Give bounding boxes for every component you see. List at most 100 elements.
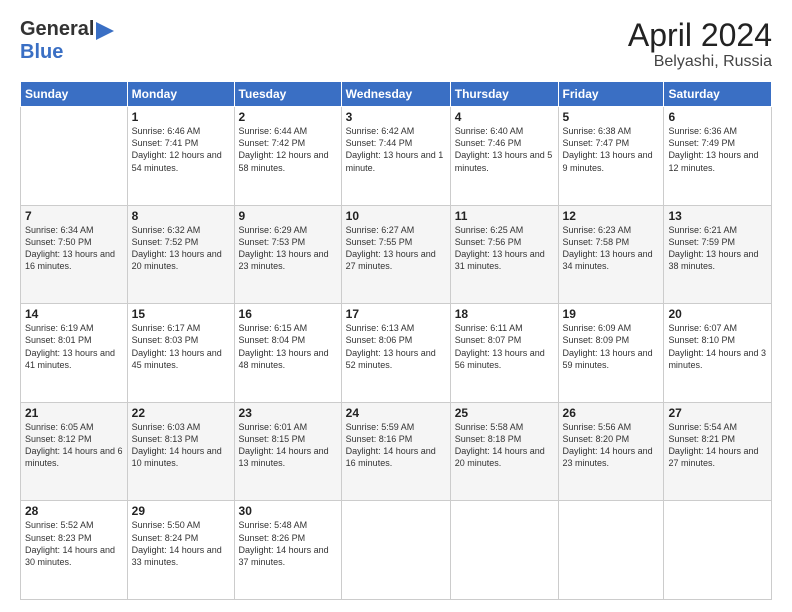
day-number: 10 [346,209,446,223]
logo: General Blue [20,18,114,64]
day-info: Sunrise: 5:54 AMSunset: 8:21 PMDaylight:… [668,421,767,470]
day-cell: 23Sunrise: 6:01 AMSunset: 8:15 PMDayligh… [234,402,341,501]
day-info: Sunrise: 6:44 AMSunset: 7:42 PMDaylight:… [239,125,337,174]
day-cell [664,501,772,600]
day-number: 23 [239,406,337,420]
logo-icon [96,22,114,40]
day-cell: 19Sunrise: 6:09 AMSunset: 8:09 PMDayligh… [558,304,664,403]
day-info: Sunrise: 6:23 AMSunset: 7:58 PMDaylight:… [563,224,660,273]
day-cell [341,501,450,600]
day-info: Sunrise: 6:34 AMSunset: 7:50 PMDaylight:… [25,224,123,273]
day-cell [558,501,664,600]
day-info: Sunrise: 6:03 AMSunset: 8:13 PMDaylight:… [132,421,230,470]
day-cell: 1Sunrise: 6:46 AMSunset: 7:41 PMDaylight… [127,107,234,206]
day-number: 25 [455,406,554,420]
day-info: Sunrise: 5:58 AMSunset: 8:18 PMDaylight:… [455,421,554,470]
day-cell: 13Sunrise: 6:21 AMSunset: 7:59 PMDayligh… [664,205,772,304]
week-row-5: 28Sunrise: 5:52 AMSunset: 8:23 PMDayligh… [21,501,772,600]
day-number: 3 [346,110,446,124]
day-cell: 18Sunrise: 6:11 AMSunset: 8:07 PMDayligh… [450,304,558,403]
weekday-header-tuesday: Tuesday [234,82,341,107]
day-number: 5 [563,110,660,124]
day-info: Sunrise: 6:07 AMSunset: 8:10 PMDaylight:… [668,322,767,371]
day-number: 2 [239,110,337,124]
day-number: 1 [132,110,230,124]
day-cell: 16Sunrise: 6:15 AMSunset: 8:04 PMDayligh… [234,304,341,403]
week-row-1: 1Sunrise: 6:46 AMSunset: 7:41 PMDaylight… [21,107,772,206]
week-row-4: 21Sunrise: 6:05 AMSunset: 8:12 PMDayligh… [21,402,772,501]
day-number: 11 [455,209,554,223]
weekday-header-thursday: Thursday [450,82,558,107]
day-number: 4 [455,110,554,124]
day-cell: 30Sunrise: 5:48 AMSunset: 8:26 PMDayligh… [234,501,341,600]
day-cell: 14Sunrise: 6:19 AMSunset: 8:01 PMDayligh… [21,304,128,403]
day-info: Sunrise: 6:32 AMSunset: 7:52 PMDaylight:… [132,224,230,273]
day-info: Sunrise: 5:52 AMSunset: 8:23 PMDaylight:… [25,519,123,568]
day-cell: 2Sunrise: 6:44 AMSunset: 7:42 PMDaylight… [234,107,341,206]
day-cell: 9Sunrise: 6:29 AMSunset: 7:53 PMDaylight… [234,205,341,304]
day-info: Sunrise: 6:13 AMSunset: 8:06 PMDaylight:… [346,322,446,371]
day-info: Sunrise: 6:36 AMSunset: 7:49 PMDaylight:… [668,125,767,174]
day-number: 26 [563,406,660,420]
day-number: 22 [132,406,230,420]
day-info: Sunrise: 6:19 AMSunset: 8:01 PMDaylight:… [25,322,123,371]
day-cell: 4Sunrise: 6:40 AMSunset: 7:46 PMDaylight… [450,107,558,206]
day-info: Sunrise: 6:38 AMSunset: 7:47 PMDaylight:… [563,125,660,174]
logo-general-text: General [20,18,94,41]
day-number: 13 [668,209,767,223]
day-number: 18 [455,307,554,321]
day-number: 14 [25,307,123,321]
day-cell: 3Sunrise: 6:42 AMSunset: 7:44 PMDaylight… [341,107,450,206]
logo-blue-text: Blue [20,41,63,63]
day-info: Sunrise: 6:15 AMSunset: 8:04 PMDaylight:… [239,322,337,371]
title-block: April 2024 Belyashi, Russia [628,18,772,71]
day-number: 9 [239,209,337,223]
day-cell: 21Sunrise: 6:05 AMSunset: 8:12 PMDayligh… [21,402,128,501]
weekday-header-row: SundayMondayTuesdayWednesdayThursdayFrid… [21,82,772,107]
day-info: Sunrise: 5:48 AMSunset: 8:26 PMDaylight:… [239,519,337,568]
day-info: Sunrise: 5:50 AMSunset: 8:24 PMDaylight:… [132,519,230,568]
day-cell: 22Sunrise: 6:03 AMSunset: 8:13 PMDayligh… [127,402,234,501]
day-number: 20 [668,307,767,321]
day-number: 27 [668,406,767,420]
day-info: Sunrise: 6:46 AMSunset: 7:41 PMDaylight:… [132,125,230,174]
day-info: Sunrise: 6:09 AMSunset: 8:09 PMDaylight:… [563,322,660,371]
header: General Blue April 2024 Belyashi, Russia [20,18,772,71]
week-row-2: 7Sunrise: 6:34 AMSunset: 7:50 PMDaylight… [21,205,772,304]
weekday-header-monday: Monday [127,82,234,107]
day-cell: 6Sunrise: 6:36 AMSunset: 7:49 PMDaylight… [664,107,772,206]
day-info: Sunrise: 5:59 AMSunset: 8:16 PMDaylight:… [346,421,446,470]
day-cell: 25Sunrise: 5:58 AMSunset: 8:18 PMDayligh… [450,402,558,501]
day-cell: 11Sunrise: 6:25 AMSunset: 7:56 PMDayligh… [450,205,558,304]
day-cell: 24Sunrise: 5:59 AMSunset: 8:16 PMDayligh… [341,402,450,501]
day-number: 16 [239,307,337,321]
day-cell: 26Sunrise: 5:56 AMSunset: 8:20 PMDayligh… [558,402,664,501]
day-info: Sunrise: 6:05 AMSunset: 8:12 PMDaylight:… [25,421,123,470]
day-cell: 28Sunrise: 5:52 AMSunset: 8:23 PMDayligh… [21,501,128,600]
day-info: Sunrise: 5:56 AMSunset: 8:20 PMDaylight:… [563,421,660,470]
calendar-location: Belyashi, Russia [628,53,772,71]
day-number: 21 [25,406,123,420]
day-number: 24 [346,406,446,420]
day-cell: 27Sunrise: 5:54 AMSunset: 8:21 PMDayligh… [664,402,772,501]
day-info: Sunrise: 6:27 AMSunset: 7:55 PMDaylight:… [346,224,446,273]
day-info: Sunrise: 6:21 AMSunset: 7:59 PMDaylight:… [668,224,767,273]
day-cell: 12Sunrise: 6:23 AMSunset: 7:58 PMDayligh… [558,205,664,304]
weekday-header-wednesday: Wednesday [341,82,450,107]
day-cell: 8Sunrise: 6:32 AMSunset: 7:52 PMDaylight… [127,205,234,304]
day-number: 8 [132,209,230,223]
day-info: Sunrise: 6:17 AMSunset: 8:03 PMDaylight:… [132,322,230,371]
weekday-header-sunday: Sunday [21,82,128,107]
day-number: 12 [563,209,660,223]
day-number: 19 [563,307,660,321]
weekday-header-saturday: Saturday [664,82,772,107]
day-info: Sunrise: 6:40 AMSunset: 7:46 PMDaylight:… [455,125,554,174]
calendar-table: SundayMondayTuesdayWednesdayThursdayFrid… [20,81,772,600]
day-cell: 7Sunrise: 6:34 AMSunset: 7:50 PMDaylight… [21,205,128,304]
day-number: 17 [346,307,446,321]
day-cell: 17Sunrise: 6:13 AMSunset: 8:06 PMDayligh… [341,304,450,403]
day-number: 30 [239,504,337,518]
calendar-title: April 2024 [628,18,772,53]
day-number: 7 [25,209,123,223]
day-number: 29 [132,504,230,518]
